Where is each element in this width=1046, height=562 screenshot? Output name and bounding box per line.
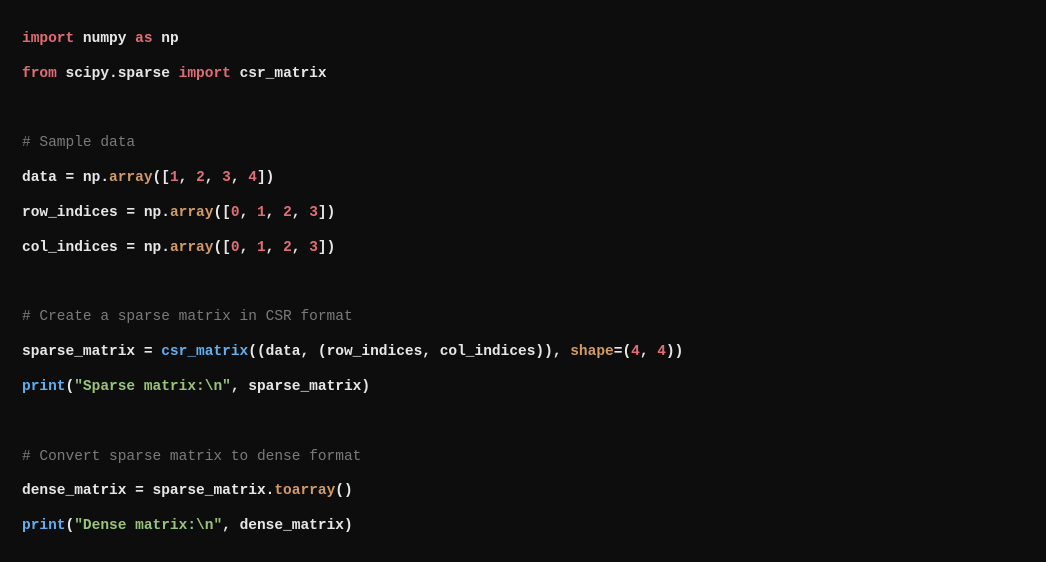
punct: ([ [153,170,170,186]
number: 3 [222,170,231,186]
argument: dense_matrix [240,518,344,534]
punct: , [240,205,257,221]
comment: # Sample data [22,135,135,151]
string: "Dense matrix:\n" [74,518,222,534]
number: 2 [283,240,292,256]
keyword-import: import [179,66,231,82]
object: np. [83,170,109,186]
operator: = [135,344,161,360]
variable: data [22,170,57,186]
code-block: import numpy as np from scipy.sparse imp… [22,22,1024,544]
variable: dense_matrix [22,483,126,499]
function-call: print [22,518,66,534]
function-call: print [22,379,66,395]
keyword-import: import [22,31,74,47]
punct: , [240,240,257,256]
object: np. [144,205,170,221]
punct: ]) [257,170,274,186]
method-call: toarray [274,483,335,499]
operator: = [118,240,144,256]
comment: # Convert sparse matrix to dense format [22,449,361,465]
object: sparse_matrix. [153,483,275,499]
operator: = [57,170,83,186]
number: 4 [248,170,257,186]
punct: , [292,205,309,221]
code-line: sparse_matrix = csr_matrix((data, (row_i… [22,344,683,360]
argument: row_indices [327,344,423,360]
punct: , [179,170,196,186]
module-name: numpy [83,31,127,47]
method-call: array [109,170,153,186]
code-line: print("Dense matrix:\n", dense_matrix) [22,518,353,534]
punct: ]) [318,240,335,256]
object: np. [144,240,170,256]
code-line: row_indices = np.array([0, 1, 2, 3]) [22,205,335,221]
punct: , ( [300,344,326,360]
number: 2 [283,205,292,221]
module-name: scipy.sparse [66,66,170,82]
operator: = [126,483,152,499]
punct: () [335,483,352,499]
code-line: dense_matrix = sparse_matrix.toarray() [22,483,353,499]
argument: data [266,344,301,360]
punct: , [231,170,248,186]
import-name: csr_matrix [240,66,327,82]
punct: , [422,344,439,360]
punct: )), [535,344,570,360]
number: 1 [257,205,266,221]
number: 4 [631,344,640,360]
punct: , [292,240,309,256]
number: 2 [196,170,205,186]
number: 3 [309,205,318,221]
code-line: print("Sparse matrix:\n", sparse_matrix) [22,379,370,395]
variable: sparse_matrix [22,344,135,360]
punct: , [640,344,657,360]
punct: ]) [318,205,335,221]
keyword-from: from [22,66,57,82]
punct: ) [361,379,370,395]
punct: , [222,518,239,534]
punct: ([ [213,205,230,221]
punct: ) [344,518,353,534]
punct: , [205,170,222,186]
variable: row_indices [22,205,118,221]
punct: , [266,240,283,256]
number: 4 [657,344,666,360]
function-call: csr_matrix [161,344,248,360]
operator: = [118,205,144,221]
number: 0 [231,205,240,221]
punct: (( [248,344,265,360]
method-call: array [170,240,214,256]
code-line: from scipy.sparse import csr_matrix [22,66,327,82]
keyword-as: as [135,31,152,47]
comment: # Create a sparse matrix in CSR format [22,309,353,325]
punct: ( [66,379,75,395]
punct: , [266,205,283,221]
alias: np [161,31,178,47]
param-name: shape [570,344,614,360]
punct: ([ [213,240,230,256]
number: 0 [231,240,240,256]
number: 3 [309,240,318,256]
variable: col_indices [22,240,118,256]
argument: sparse_matrix [248,379,361,395]
number: 1 [170,170,179,186]
string: "Sparse matrix:\n" [74,379,231,395]
punct: =( [614,344,631,360]
argument: col_indices [440,344,536,360]
punct: ( [66,518,75,534]
punct: )) [666,344,683,360]
method-call: array [170,205,214,221]
code-line: col_indices = np.array([0, 1, 2, 3]) [22,240,335,256]
code-line: import numpy as np [22,31,179,47]
code-line: data = np.array([1, 2, 3, 4]) [22,170,274,186]
punct: , [231,379,248,395]
number: 1 [257,240,266,256]
